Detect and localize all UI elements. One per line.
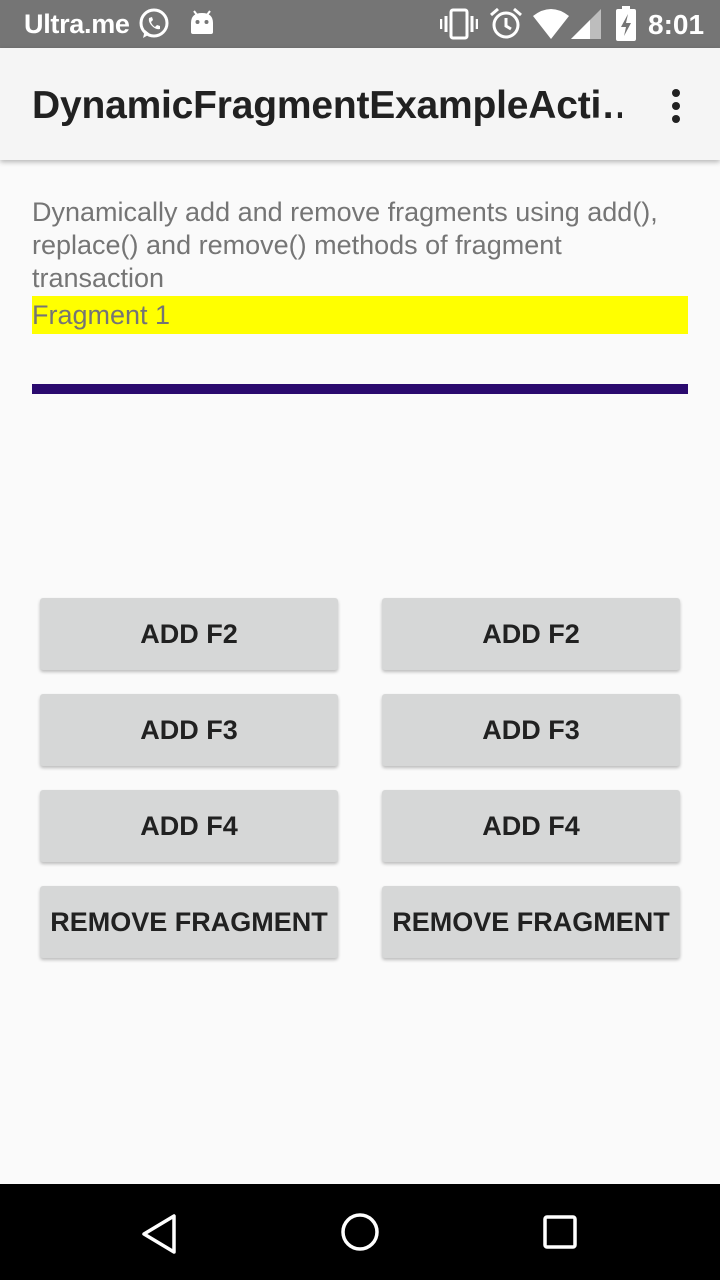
add-f2-button-right[interactable]: ADD F2 [382,598,680,670]
status-time: 8:01 [648,9,705,40]
status-bar: Ultra.me 8:01 [0,0,720,48]
menu-dot [672,89,680,97]
vibrate-icon [440,8,478,40]
fragment-1-container: Fragment 1 [32,296,688,334]
add-f4-button-right[interactable]: ADD F4 [382,790,680,862]
home-icon[interactable] [338,1210,382,1254]
fragment-divider [32,384,688,394]
remove-fragment-button-right[interactable]: REMOVE FRAGMENT [382,886,680,958]
recents-icon[interactable] [540,1212,580,1252]
remove-fragment-button-left[interactable]: REMOVE FRAGMENT [40,886,338,958]
back-icon[interactable] [138,1212,182,1256]
android-icon [191,10,213,34]
add-f3-button-right[interactable]: ADD F3 [382,694,680,766]
signal-icon [571,9,601,39]
whatsapp-icon [139,8,169,38]
add-f2-button-left[interactable]: ADD F2 [40,598,338,670]
app-title: DynamicFragmentExampleActi… [32,84,622,127]
battery-charging-icon [616,6,636,41]
add-f4-button-left[interactable]: ADD F4 [40,790,338,862]
menu-dot [672,102,680,110]
carrier-name: Ultra.me [24,9,130,39]
alarm-icon [490,7,522,39]
wifi-icon [533,9,569,39]
app-bar: DynamicFragmentExampleActi… [0,48,720,160]
menu-dot [672,115,680,123]
description-text: Dynamically add and remove fragments usi… [32,197,658,293]
overflow-menu-icon[interactable] [652,78,700,134]
add-f3-button-left[interactable]: ADD F3 [40,694,338,766]
navigation-bar [0,1184,720,1280]
